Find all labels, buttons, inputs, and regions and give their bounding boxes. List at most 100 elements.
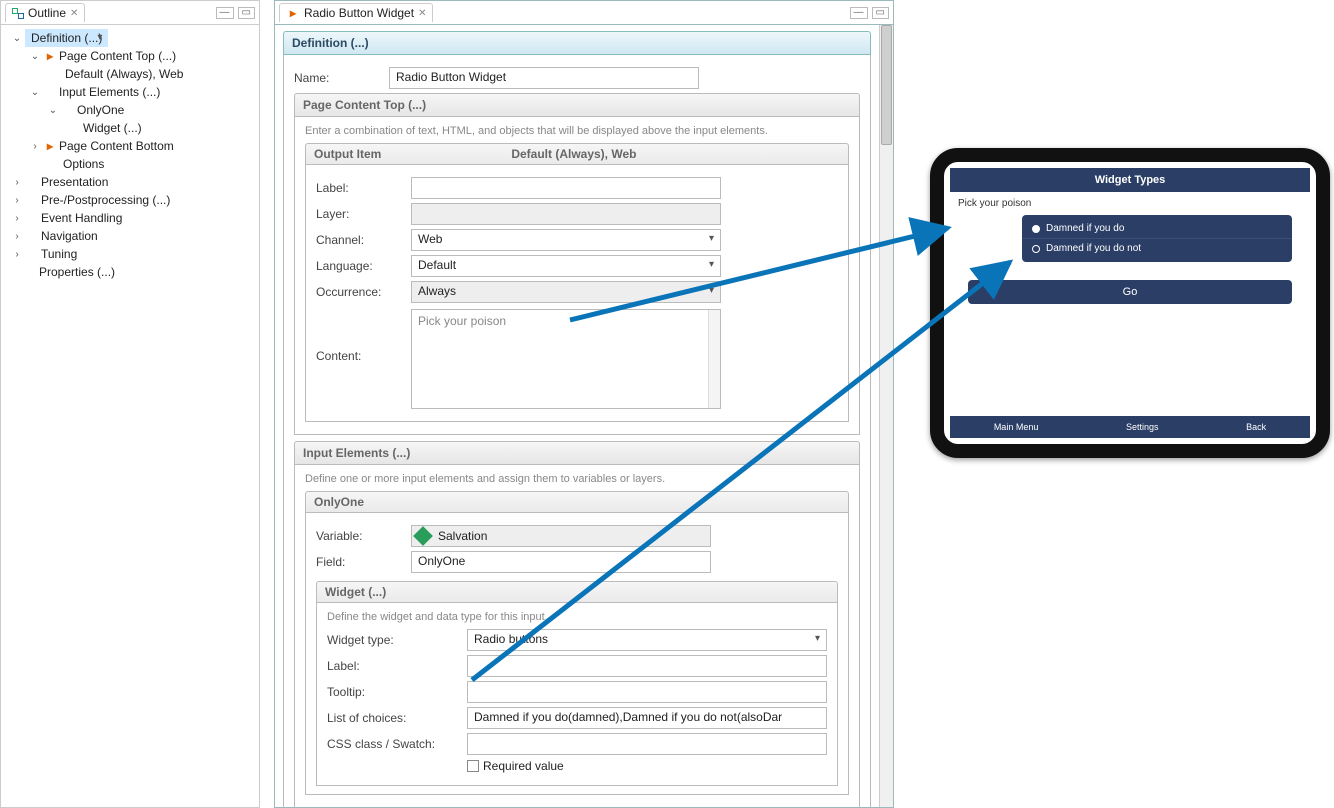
tooltip-field[interactable] bbox=[467, 681, 827, 703]
scrollbar-thumb[interactable] bbox=[881, 25, 892, 145]
minimize-icon[interactable]: — bbox=[216, 7, 234, 19]
required-checkbox[interactable] bbox=[467, 760, 479, 772]
button-label: Go bbox=[1123, 286, 1138, 298]
chevron-right-icon[interactable]: › bbox=[11, 195, 23, 206]
tree-row[interactable]: › Event Handling bbox=[3, 209, 257, 227]
chevron-down-icon[interactable]: ⌄ bbox=[29, 51, 41, 62]
form-area: Definition (...) Name: Radio Button Widg… bbox=[275, 25, 879, 807]
chevron-right-icon[interactable]: › bbox=[11, 231, 23, 242]
chevron-down-icon[interactable]: ⌄ bbox=[29, 87, 41, 98]
name-field[interactable]: Radio Button Widget bbox=[389, 67, 699, 89]
label: Widget type: bbox=[327, 633, 467, 647]
tree-row[interactable]: › Tuning bbox=[3, 245, 257, 263]
tree-row[interactable]: ⌄ Input Elements (...) bbox=[3, 83, 257, 101]
radio-dot-icon bbox=[1032, 225, 1040, 233]
label: Tooltip: bbox=[327, 685, 467, 699]
chevron-down-icon[interactable]: ⌄ bbox=[47, 105, 59, 116]
tree-label: Definition (...) bbox=[31, 31, 102, 45]
minimize-icon[interactable]: — bbox=[850, 7, 868, 19]
outline-tabbar: Outline ✕ — ▭ bbox=[1, 1, 259, 25]
outline-tab[interactable]: Outline ✕ bbox=[5, 3, 85, 22]
tree-label: Properties (...) bbox=[39, 265, 115, 279]
tree-row[interactable]: ⌄ Definition (...) bbox=[3, 29, 257, 47]
label-field[interactable] bbox=[411, 177, 721, 199]
editor-panel: ▸ Radio Button Widget ✕ — ▭ Definition (… bbox=[274, 0, 894, 808]
editor-tab[interactable]: ▸ Radio Button Widget ✕ bbox=[279, 3, 433, 22]
row-content: Content: Pick your poison bbox=[316, 309, 838, 409]
tree-label: Pre-/Postprocessing (...) bbox=[41, 193, 170, 207]
radio-label: Damned if you do bbox=[1046, 223, 1124, 234]
content-textarea[interactable]: Pick your poison bbox=[411, 309, 721, 409]
tree-row[interactable]: › Presentation bbox=[3, 173, 257, 191]
chevron-right-icon[interactable]: › bbox=[11, 213, 23, 224]
field-value: OnlyOne bbox=[418, 554, 465, 568]
css-field[interactable] bbox=[467, 733, 827, 755]
tree-row[interactable]: Options bbox=[3, 155, 257, 173]
label: Layer: bbox=[316, 207, 411, 221]
chevron-right-icon[interactable]: › bbox=[29, 141, 41, 152]
label: CSS class / Swatch: bbox=[327, 737, 467, 751]
tree-row[interactable]: › ▸ Page Content Bottom bbox=[3, 137, 257, 155]
radio-label: Damned if you do not bbox=[1046, 243, 1141, 254]
close-icon[interactable]: ✕ bbox=[70, 8, 78, 19]
chevron-right-icon[interactable]: › bbox=[11, 249, 23, 260]
footer-link[interactable]: Main Menu bbox=[994, 422, 1039, 432]
language-select[interactable]: Default bbox=[411, 255, 721, 277]
choices-field[interactable]: Damned if you do(damned),Damned if you d… bbox=[467, 707, 827, 729]
row-widget-label: Label: bbox=[327, 655, 827, 677]
tree-row[interactable]: ⌄ OnlyOne bbox=[3, 101, 257, 119]
maximize-icon[interactable]: ▭ bbox=[872, 7, 889, 19]
preview-radio-option[interactable]: Damned if you do bbox=[1022, 219, 1292, 239]
select-value: Default bbox=[418, 258, 456, 272]
outline-icon bbox=[12, 7, 24, 19]
preview-radio-option[interactable]: Damned if you do not bbox=[1022, 239, 1292, 258]
section-pct-head[interactable]: Page Content Top (...) bbox=[294, 93, 860, 117]
checkbox-label: Required value bbox=[483, 759, 564, 773]
footer-link[interactable]: Settings bbox=[1126, 422, 1159, 432]
tree-row[interactable]: › Pre-/Postprocessing (...) bbox=[3, 191, 257, 209]
select-value: Radio buttons bbox=[474, 632, 548, 646]
channel-select[interactable]: Web bbox=[411, 229, 721, 251]
help-text: Define the widget and data type for this… bbox=[327, 611, 827, 623]
subhead-label: OnlyOne bbox=[314, 495, 364, 509]
tree-row[interactable]: Default (Always), Web bbox=[3, 65, 257, 83]
outline-panel: Outline ✕ — ▭ ⌄ Definition (...) ⌄ ▸ Pag… bbox=[0, 0, 260, 808]
field-field[interactable]: OnlyOne bbox=[411, 551, 711, 573]
tree-label: Options bbox=[63, 157, 104, 171]
tree-item-definition[interactable]: Definition (...) bbox=[25, 29, 108, 47]
widget-type-select[interactable]: Radio buttons bbox=[467, 629, 827, 651]
tree-row[interactable]: Properties (...) bbox=[3, 263, 257, 281]
section-definition-head[interactable]: Definition (...) bbox=[283, 31, 871, 55]
scrollbar[interactable] bbox=[879, 25, 893, 807]
label: Content: bbox=[316, 309, 411, 363]
section-title: Definition (...) bbox=[292, 36, 369, 50]
variable-field[interactable]: Salvation bbox=[411, 525, 711, 547]
tree-row[interactable]: Widget (...) bbox=[3, 119, 257, 137]
occurrence-select[interactable]: Always bbox=[411, 281, 721, 303]
select-value: Always bbox=[418, 284, 456, 298]
variable-icon bbox=[413, 526, 433, 546]
chevron-right-icon[interactable]: › bbox=[11, 177, 23, 188]
close-icon[interactable]: ✕ bbox=[418, 8, 426, 19]
tree-row[interactable]: › Navigation bbox=[3, 227, 257, 245]
maximize-icon[interactable]: ▭ bbox=[238, 7, 255, 19]
preview-go-button[interactable]: Go bbox=[968, 280, 1292, 304]
tree-row[interactable]: ⌄ ▸ Page Content Top (...) bbox=[3, 47, 257, 65]
label: Field: bbox=[316, 555, 411, 569]
widget-head[interactable]: Widget (...) bbox=[316, 581, 838, 603]
arrow-icon: ▸ bbox=[43, 49, 57, 63]
tree-label: Tuning bbox=[41, 247, 77, 261]
chevron-down-icon[interactable]: ⌄ bbox=[11, 33, 23, 44]
pane-controls: — ▭ bbox=[850, 7, 889, 19]
widget-label-field[interactable] bbox=[467, 655, 827, 677]
label: Label: bbox=[327, 659, 467, 673]
footer-link[interactable]: Back bbox=[1246, 422, 1266, 432]
subhead-label: Widget (...) bbox=[325, 585, 386, 599]
output-item-body: Label: Layer: Channel: Web Language: Def… bbox=[305, 165, 849, 422]
radio-dot-icon bbox=[1032, 245, 1040, 253]
subhead-right: Default (Always), Web bbox=[511, 147, 636, 161]
section-ie-head[interactable]: Input Elements (...) bbox=[294, 441, 860, 465]
onlyone-head: OnlyOne bbox=[305, 491, 849, 513]
row-channel: Channel: Web bbox=[316, 229, 838, 251]
textarea-scrollbar[interactable] bbox=[708, 310, 720, 408]
